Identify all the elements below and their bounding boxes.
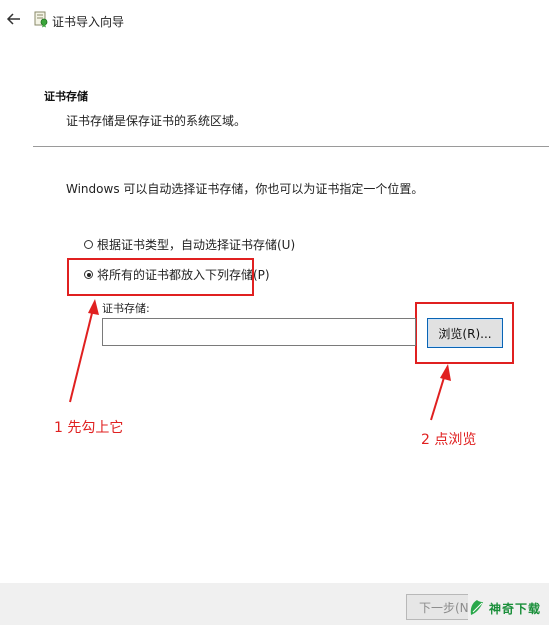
section-description: 证书存储是保存证书的系统区域。 <box>66 114 247 128</box>
wizard-titlebar: 证书导入向导 <box>0 0 549 44</box>
browse-button[interactable]: 浏览(R)... <box>427 318 503 348</box>
radio-button-unchecked[interactable] <box>84 240 93 249</box>
annotation-box-radio <box>67 258 254 296</box>
watermark: 神奇下载 <box>468 593 549 623</box>
arrow-to-radio <box>69 304 95 403</box>
radio-auto-label: 根据证书类型，自动选择证书存储(U) <box>97 238 296 252</box>
arrow-to-browse <box>430 370 447 421</box>
annotation-step-2: 2 点浏览 <box>421 432 477 448</box>
certificate-wizard-icon <box>33 10 49 28</box>
wizard-title: 证书导入向导 <box>52 15 125 29</box>
arrow-head-browse <box>440 364 451 381</box>
watermark-text: 神奇下载 <box>489 601 542 616</box>
back-arrow-icon[interactable] <box>6 11 22 27</box>
arrow-head-radio <box>88 299 99 315</box>
radio-auto-select-store[interactable]: 根据证书类型，自动选择证书存储(U) <box>84 236 295 253</box>
certificate-store-label: 证书存储: <box>102 302 150 315</box>
header-divider <box>33 146 549 147</box>
annotation-step-1: 1 先勾上它 <box>54 420 124 436</box>
section-title: 证书存储 <box>44 90 88 103</box>
certificate-store-input[interactable] <box>102 318 416 346</box>
store-intro-text: Windows 可以自动选择证书存储，你也可以为证书指定一个位置。 <box>66 182 424 196</box>
watermark-logo-icon <box>470 600 483 615</box>
